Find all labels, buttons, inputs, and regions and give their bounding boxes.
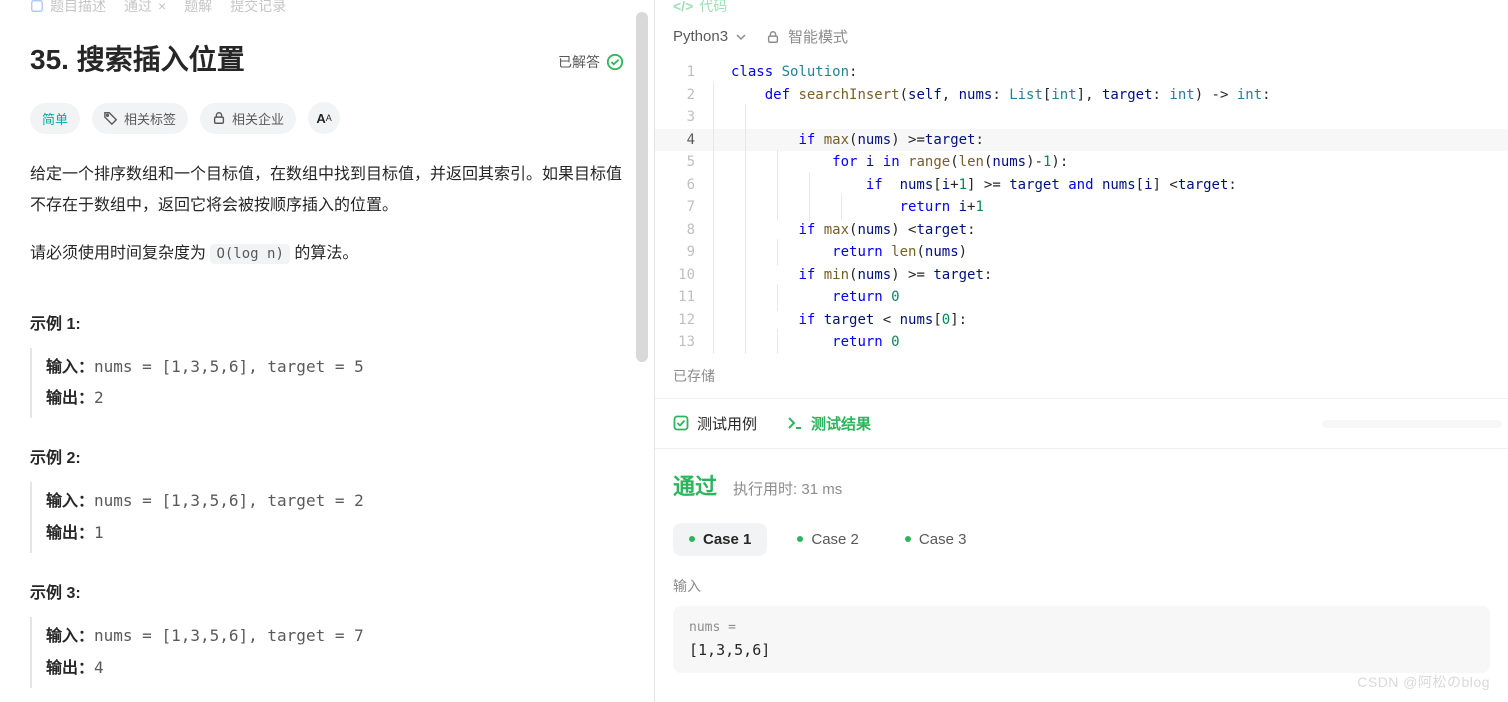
solved-badge: 已解答 [558, 52, 624, 72]
code-editor[interactable]: 1class Solution: 2 def searchInsert(self… [655, 61, 1508, 354]
check-circle-icon [606, 53, 624, 71]
case-tab-2[interactable]: Case 2 [781, 523, 875, 556]
case-tab-3[interactable]: Case 3 [889, 523, 983, 556]
smart-mode[interactable]: 智能模式 [766, 26, 848, 47]
tab-submissions[interactable]: 提交记录 [230, 0, 286, 12]
tab-description[interactable]: 题目描述 [30, 0, 106, 12]
lock-icon [766, 30, 780, 44]
top-tabs: 题目描述 通过 × 题解 提交记录 [0, 0, 654, 12]
left-scrollbar[interactable] [636, 12, 650, 702]
tab-solution[interactable]: 题解 [184, 0, 212, 12]
description-paragraph-2: 请必须使用时间复杂度为 O(log n) 的算法。 [30, 239, 624, 269]
chevron-down-icon [736, 32, 746, 42]
companies-button[interactable]: 相关企业 [200, 103, 296, 134]
tab-testcase[interactable]: 测试用例 [673, 413, 757, 434]
case-tab-1[interactable]: Case 1 [673, 523, 767, 556]
panel-resize-handle[interactable] [1322, 420, 1502, 428]
case-input-label: 输入 [673, 576, 1490, 596]
difficulty-badge: 简单 [30, 103, 80, 134]
result-runtime: 执行用时: 31 ms [733, 478, 842, 499]
lock-icon [212, 111, 226, 125]
code-header: </>代码 [655, 0, 1508, 12]
editor-status: 已存储 [655, 354, 1508, 399]
complexity-code: O(log n) [210, 244, 289, 264]
tag-icon [104, 111, 118, 125]
tags-button[interactable]: 相关标签 [92, 103, 188, 134]
problem-title: 35. 搜索插入位置 [30, 42, 245, 78]
language-selector[interactable]: Python3 [673, 28, 746, 45]
terminal-icon [787, 415, 803, 431]
font-size-button[interactable]: AA [308, 102, 340, 134]
description-paragraph-1: 给定一个排序数组和一个目标值，在数组中找到目标值，并返回其索引。如果目标值不存在… [30, 160, 624, 221]
example-2-title: 示例 2: [30, 444, 624, 468]
example-3-title: 示例 3: [30, 579, 624, 603]
tab-pass[interactable]: 通过 × [124, 0, 166, 12]
result-status: 通过 [673, 469, 717, 501]
checkbox-icon [673, 415, 689, 431]
tab-result[interactable]: 测试结果 [787, 413, 871, 434]
example-1-title: 示例 1: [30, 310, 624, 334]
case-input-box[interactable]: nums = [1,3,5,6] [673, 606, 1490, 673]
